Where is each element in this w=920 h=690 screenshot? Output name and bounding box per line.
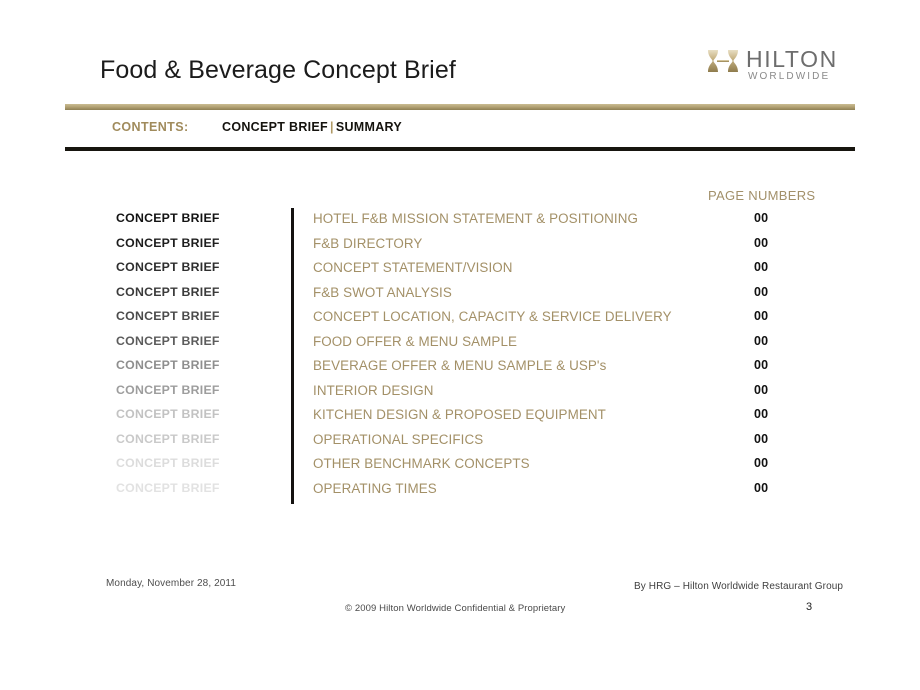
footer-copyright: © 2009 Hilton Worldwide Confidential & P… (345, 603, 566, 614)
worldwide-wordmark: WORLDWIDE (748, 71, 831, 82)
toc-row-tag: CONCEPT BRIEF (116, 333, 220, 348)
table-row: CONCEPT BRIEF BEVERAGE OFFER & MENU SAMPL… (0, 358, 920, 383)
table-row: CONCEPT BRIEF OPERATIONAL SPECIFICS 00 (0, 432, 920, 457)
toc-row-item[interactable]: FOOD OFFER & MENU SAMPLE (313, 334, 517, 349)
toc-row-page-number: 00 (754, 431, 769, 446)
hilton-wordmark: HILTON (746, 46, 838, 72)
contents-label: CONTENTS: (112, 120, 189, 134)
table-row: CONCEPT BRIEF CONCEPT STATEMENT/VISION 00 (0, 260, 920, 285)
footer-credit: By HRG – Hilton Worldwide Restaurant Gro… (634, 581, 844, 592)
toc-row-item[interactable]: CONCEPT LOCATION, CAPACITY & SERVICE DEL… (313, 309, 672, 324)
toc-row-tag: CONCEPT BRIEF (116, 481, 220, 496)
hilton-worldwide-logo: HILTON WORLDWIDE (706, 47, 851, 85)
toc-row-tag: CONCEPT BRIEF (116, 235, 220, 250)
toc-row-tag: CONCEPT BRIEF (116, 382, 220, 397)
contents-separator: | (330, 120, 334, 134)
toc-row-page-number: 00 (754, 333, 769, 348)
slide-canvas: Food & Beverage Concept Brief HILTON WOR… (0, 0, 920, 690)
toc-row-item[interactable]: F&B DIRECTORY (313, 236, 422, 251)
toc-row-item[interactable]: OTHER BENCHMARK CONCEPTS (313, 456, 530, 471)
table-row: CONCEPT BRIEF F&B DIRECTORY 00 (0, 236, 920, 261)
dark-divider-rule (65, 147, 855, 151)
toc-row-item[interactable]: OPERATIONAL SPECIFICS (313, 432, 483, 447)
toc-row-tag: CONCEPT BRIEF (116, 358, 220, 373)
footer-date: Monday, November 28, 2011 (106, 578, 236, 589)
table-row: CONCEPT BRIEF CONCEPT LOCATION, CAPACITY … (0, 309, 920, 334)
table-row: CONCEPT BRIEF INTERIOR DESIGN 00 (0, 383, 920, 408)
table-row: CONCEPT BRIEF HOTEL F&B MISSION STATEMENT… (0, 211, 920, 236)
toc-row-page-number: 00 (754, 407, 769, 422)
table-row: CONCEPT BRIEF KITCHEN DESIGN & PROPOSED E… (0, 407, 920, 432)
toc-row-page-number: 00 (754, 260, 769, 275)
table-of-contents: CONCEPT BRIEF HOTEL F&B MISSION STATEMENT… (0, 211, 920, 506)
table-row: CONCEPT BRIEF OPERATING TIMES 00 (0, 481, 920, 506)
table-row: CONCEPT BRIEF F&B SWOT ANALYSIS 00 (0, 285, 920, 310)
toc-row-page-number: 00 (754, 235, 769, 250)
toc-row-item[interactable]: CONCEPT STATEMENT/VISION (313, 260, 513, 275)
toc-row-tag: CONCEPT BRIEF (116, 407, 220, 422)
toc-row-page-number: 00 (754, 382, 769, 397)
toc-row-tag: CONCEPT BRIEF (116, 456, 220, 471)
gold-divider-rule (65, 104, 855, 110)
toc-row-tag: CONCEPT BRIEF (116, 431, 220, 446)
page-title: Food & Beverage Concept Brief (100, 56, 456, 84)
toc-row-page-number: 00 (754, 309, 769, 324)
toc-row-tag: CONCEPT BRIEF (116, 211, 220, 225)
table-row: CONCEPT BRIEF OTHER BENCHMARK CONCEPTS 00 (0, 456, 920, 481)
toc-row-page-number: 00 (754, 481, 769, 496)
toc-row-item[interactable]: INTERIOR DESIGN (313, 383, 434, 398)
contents-value-primary: CONCEPT BRIEF (222, 120, 328, 134)
toc-row-page-number: 00 (754, 284, 769, 299)
page-numbers-column-header: PAGE NUMBERS (708, 188, 816, 203)
toc-row-tag: CONCEPT BRIEF (116, 309, 220, 324)
toc-row-tag: CONCEPT BRIEF (116, 260, 220, 275)
toc-row-item[interactable]: BEVERAGE OFFER & MENU SAMPLE & USP's (313, 358, 606, 373)
toc-row-item[interactable]: KITCHEN DESIGN & PROPOSED EQUIPMENT (313, 407, 606, 422)
hilton-h-mark-icon (708, 50, 738, 72)
footer-page-number: 3 (806, 601, 813, 613)
toc-row-item[interactable]: HOTEL F&B MISSION STATEMENT & POSITIONIN… (313, 211, 638, 226)
contents-value-secondary: SUMMARY (335, 120, 403, 134)
contents-value: CONCEPT BRIEF | SUMMARY (222, 120, 402, 134)
toc-row-page-number: 00 (754, 456, 769, 471)
toc-row-item[interactable]: F&B SWOT ANALYSIS (313, 285, 452, 300)
toc-row-item[interactable]: OPERATING TIMES (313, 481, 437, 496)
toc-row-page-number: 00 (754, 358, 769, 373)
table-row: CONCEPT BRIEF FOOD OFFER & MENU SAMPLE 00 (0, 334, 920, 359)
toc-row-page-number: 00 (754, 211, 769, 225)
toc-row-tag: CONCEPT BRIEF (116, 284, 220, 299)
